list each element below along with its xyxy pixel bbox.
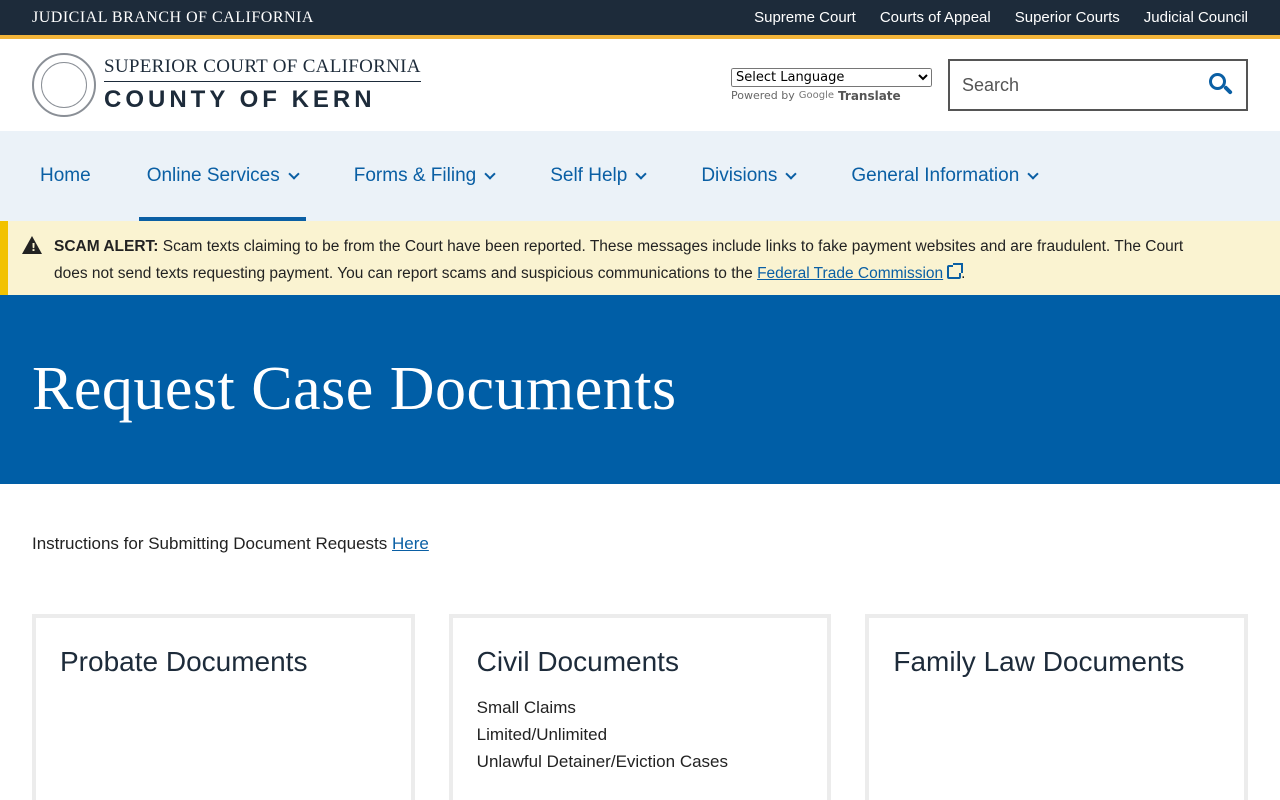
translate-link[interactable]: Translate xyxy=(838,89,901,103)
chevron-down-icon xyxy=(288,168,300,180)
list-item[interactable]: Small Claims xyxy=(477,694,804,721)
main-content: Instructions for Submitting Document Req… xyxy=(0,484,1280,800)
link-supreme-court[interactable]: Supreme Court xyxy=(754,9,856,26)
external-link-icon xyxy=(947,263,964,279)
search-icon[interactable] xyxy=(1208,72,1234,98)
nav-general-information[interactable]: General Information xyxy=(843,131,1045,221)
top-links: Supreme Court Courts of Appeal Superior … xyxy=(754,9,1248,26)
nav-self-help[interactable]: Self Help xyxy=(542,131,653,221)
top-utility-bar: JUDICIAL BRANCH OF CALIFORNIA Supreme Co… xyxy=(0,0,1280,35)
link-courts-of-appeal[interactable]: Courts of Appeal xyxy=(880,9,991,26)
powered-by: Powered by Google Translate xyxy=(731,88,901,103)
ftc-link[interactable]: Federal Trade Commission xyxy=(757,263,964,282)
language-select[interactable]: Select Language xyxy=(731,67,932,87)
card-title: Probate Documents xyxy=(60,646,308,677)
alert-title: SCAM ALERT: xyxy=(54,238,159,255)
card-family-law[interactable]: Family Law Documents xyxy=(865,614,1249,800)
chevron-down-icon xyxy=(484,168,496,180)
chevron-down-icon xyxy=(1027,168,1039,180)
google-translate: Select Language Powered by Google Transl… xyxy=(731,67,932,103)
alert-text: SCAM ALERT: Scam texts claiming to be fr… xyxy=(54,238,1184,282)
document-cards: Probate Documents Civil Documents Small … xyxy=(32,614,1249,800)
warning-icon: ! xyxy=(22,236,42,254)
card-title: Civil Documents xyxy=(476,646,679,677)
nav-home[interactable]: Home xyxy=(32,131,99,221)
link-superior-courts[interactable]: Superior Courts xyxy=(1015,9,1120,26)
site-header: SUPERIOR COURT OF CALIFORNIA COUNTY OF K… xyxy=(0,39,1280,131)
nav-online-services[interactable]: Online Services xyxy=(138,131,306,221)
court-seal-icon xyxy=(32,53,96,117)
logo-county-name: COUNTY OF KERN xyxy=(104,86,376,113)
card-title: Family Law Documents xyxy=(893,646,1185,677)
judicial-branch-label: JUDICIAL BRANCH OF CALIFORNIA xyxy=(32,8,314,26)
nav-divisions[interactable]: Divisions xyxy=(693,131,803,221)
card-probate[interactable]: Probate Documents xyxy=(32,614,415,800)
nav-forms-filing[interactable]: Forms & Filing xyxy=(346,131,502,221)
instructions-here-link[interactable]: Here xyxy=(392,534,429,553)
logo-court-name: SUPERIOR COURT OF CALIFORNIA xyxy=(104,56,421,82)
chevron-down-icon xyxy=(785,168,798,180)
instructions-text: Instructions for Submitting Document Req… xyxy=(32,534,429,553)
list-item[interactable]: Limited/Unlimited xyxy=(477,721,804,748)
search-box xyxy=(948,59,1248,111)
chevron-down-icon xyxy=(635,168,647,180)
page-hero: Request Case Documents xyxy=(0,295,1280,484)
link-judicial-council[interactable]: Judicial Council xyxy=(1144,9,1248,26)
google-logo: Google xyxy=(798,90,835,101)
card-civil[interactable]: Civil Documents Small Claims Limited/Unl… xyxy=(448,614,832,800)
list-item[interactable]: Unlawful Detainer/Eviction Cases xyxy=(477,748,804,775)
search-input[interactable] xyxy=(962,74,1208,96)
page-title: Request Case Documents xyxy=(32,355,677,423)
scam-alert-banner: ! SCAM ALERT: Scam texts claiming to be … xyxy=(0,221,1280,295)
main-nav: Home Online Services Forms & Filing Self… xyxy=(0,131,1280,221)
court-logo[interactable]: SUPERIOR COURT OF CALIFORNIA COUNTY OF K… xyxy=(32,53,421,117)
